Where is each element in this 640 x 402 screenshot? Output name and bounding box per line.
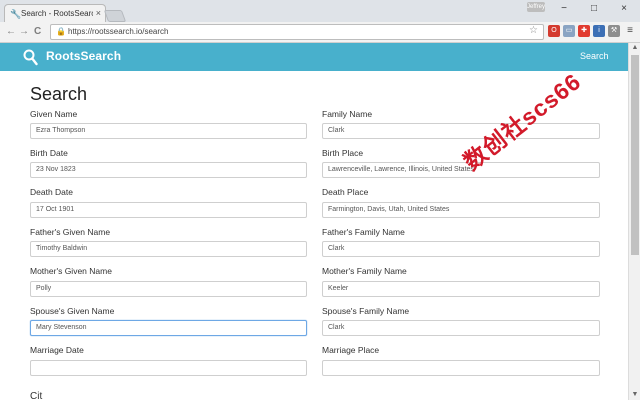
- birth-date-label: Birth Date: [30, 148, 68, 158]
- death-place-label: Death Place: [322, 187, 369, 197]
- info-extension-icon[interactable]: i: [593, 25, 605, 37]
- marriage-place-input[interactable]: [322, 360, 600, 376]
- opera-extension-icon[interactable]: O: [548, 25, 560, 37]
- address-toolbar: ← → C 🔒 https://rootssearch.io/search ☆: [0, 22, 640, 43]
- wrench-icon: 🔧: [10, 9, 22, 19]
- birth-date-input[interactable]: 23 Nov 1823: [30, 162, 307, 178]
- father-given-name-input[interactable]: Timothy Baldwin: [30, 241, 307, 257]
- marriage-place-label: Marriage Place: [322, 345, 380, 355]
- back-button[interactable]: ←: [6, 25, 16, 39]
- url-bar[interactable]: 🔒 https://rootssearch.io/search ☆: [50, 24, 544, 40]
- next-section-heading: Cit: [30, 391, 43, 402]
- window-close-button[interactable]: ×: [610, 2, 638, 16]
- window-extension-icon[interactable]: ▭: [563, 25, 575, 37]
- death-date-input[interactable]: 17 Oct 1901: [30, 202, 307, 218]
- father-given-name-label: Father's Given Name: [30, 227, 111, 237]
- bookmark-star-icon[interactable]: ☆: [529, 25, 538, 36]
- app-header: RootsSearch Search: [0, 43, 640, 71]
- given-name-input[interactable]: Ezra Thompson: [30, 123, 307, 139]
- minimize-button[interactable]: −: [550, 2, 578, 16]
- browser-tab[interactable]: 🔧 Search - RootsSearch ×: [4, 4, 106, 23]
- page-scrollbar[interactable]: ▲ ▼: [628, 43, 640, 400]
- new-tab-button[interactable]: [103, 10, 127, 22]
- plus-extension-icon[interactable]: ✚: [578, 25, 590, 37]
- mother-given-name-label: Mother's Given Name: [30, 266, 112, 276]
- url-text: https://rootssearch.io/search: [68, 27, 169, 36]
- family-name-input[interactable]: Clark: [322, 123, 600, 139]
- mother-family-name-label: Mother's Family Name: [322, 266, 407, 276]
- brand-name[interactable]: RootsSearch: [46, 49, 121, 63]
- spouse-given-name-input[interactable]: Mary Stevenson: [30, 320, 307, 336]
- father-family-name-input[interactable]: Clark: [322, 241, 600, 257]
- menu-icon[interactable]: ≡: [624, 25, 636, 37]
- user-badge[interactable]: Jeffrey: [527, 2, 545, 12]
- wrench-extension-icon[interactable]: ⚒: [608, 25, 620, 37]
- scroll-thumb[interactable]: [631, 55, 639, 255]
- nav-search-link[interactable]: Search: [580, 51, 609, 61]
- mother-family-name-input[interactable]: Keeler: [322, 281, 600, 297]
- scroll-up-arrow-icon[interactable]: ▲: [629, 43, 640, 53]
- death-place-input[interactable]: Farmington, Davis, Utah, United States: [322, 202, 600, 218]
- lock-icon: 🔒: [56, 27, 66, 36]
- magnifier-logo-icon[interactable]: [22, 48, 38, 66]
- spouse-family-name-label: Spouse's Family Name: [322, 306, 410, 316]
- spouse-family-name-input[interactable]: Clark: [322, 320, 600, 336]
- maximize-button[interactable]: □: [580, 2, 608, 16]
- scroll-down-arrow-icon[interactable]: ▼: [629, 390, 640, 400]
- marriage-date-label: Marriage Date: [30, 345, 84, 355]
- spouse-given-name-label: Spouse's Given Name: [30, 306, 115, 316]
- tab-title: Search - RootsSearch: [21, 9, 93, 18]
- father-family-name-label: Father's Family Name: [322, 227, 405, 237]
- given-name-label: Given Name: [30, 109, 78, 119]
- family-name-label: Family Name: [322, 109, 373, 119]
- death-date-label: Death Date: [30, 187, 73, 197]
- birth-place-input[interactable]: Lawrenceville, Lawrence, Illinois, Unite…: [322, 162, 600, 178]
- marriage-date-input[interactable]: [30, 360, 307, 376]
- browser-tab-bar: 🔧 Search - RootsSearch × Jeffrey − □ ×: [0, 0, 640, 23]
- reload-button[interactable]: C: [34, 25, 41, 39]
- close-tab-icon[interactable]: ×: [96, 8, 101, 18]
- page-title: Search: [30, 84, 88, 104]
- mother-given-name-input[interactable]: Polly: [30, 281, 307, 297]
- forward-button[interactable]: →: [19, 25, 29, 39]
- birth-place-label: Birth Place: [322, 148, 364, 158]
